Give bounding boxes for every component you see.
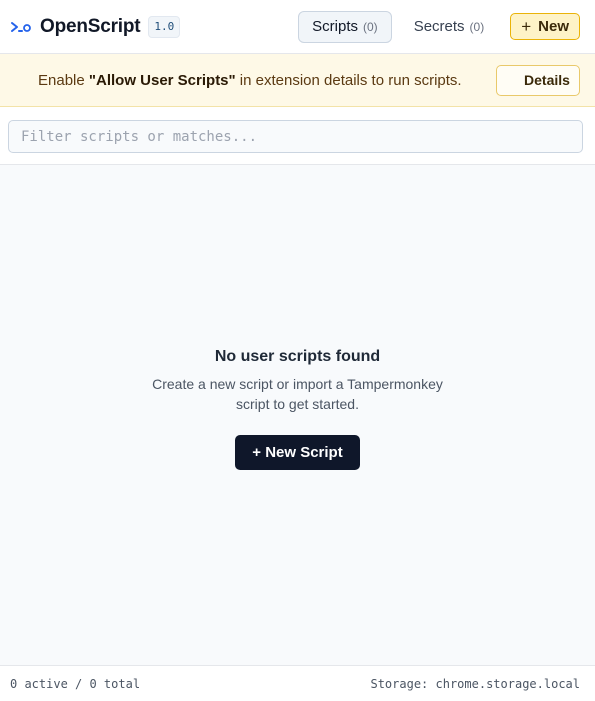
app-title: OpenScript <box>40 15 141 37</box>
header: OpenScript 1.0 Scripts (0) Secrets (0) +… <box>0 0 595 54</box>
details-button[interactable]: Details <box>496 64 580 96</box>
tab-secrets-count: (0) <box>469 19 485 34</box>
status-bar: 0 active / 0 total Storage: chrome.stora… <box>0 665 595 701</box>
filter-input[interactable] <box>8 120 583 153</box>
app-window: OpenScript 1.0 Scripts (0) Secrets (0) +… <box>0 0 595 701</box>
version-badge: 1.0 <box>148 15 181 38</box>
new-button-label: New <box>538 18 569 35</box>
empty-state-description: Create a new script or import a Tampermo… <box>152 376 443 412</box>
new-button[interactable]: + New <box>510 13 580 40</box>
warning-banner: Enable "Allow User Scripts" in extension… <box>0 54 595 107</box>
plus-icon: + <box>521 17 532 36</box>
tab-scripts-label: Scripts <box>312 18 359 35</box>
tab-secrets[interactable]: Secrets (0) <box>400 11 499 43</box>
empty-state-title: No user scripts found <box>214 348 381 365</box>
prompt-icon <box>10 20 32 34</box>
banner-prefix: Enable <box>38 71 89 89</box>
storage-info: Storage: chrome.storage.local <box>370 676 580 691</box>
banner-suffix: in extension details to run scripts. <box>235 71 462 89</box>
main-content: No user scripts found Create a new scrip… <box>0 165 595 665</box>
empty-state: No user scripts found Create a new scrip… <box>148 348 448 470</box>
new-script-button[interactable]: + New Script <box>235 435 360 470</box>
filter-bar <box>0 107 595 165</box>
tab-scripts-count: (0) <box>363 19 378 34</box>
banner-message: Enable "Allow User Scripts" in extension… <box>38 72 486 89</box>
banner-highlight: "Allow User Scripts" <box>88 71 236 89</box>
tab-secrets-label: Secrets <box>413 18 465 35</box>
script-stats: 0 active / 0 total <box>10 676 141 691</box>
tab-scripts[interactable]: Scripts (0) <box>298 10 392 43</box>
